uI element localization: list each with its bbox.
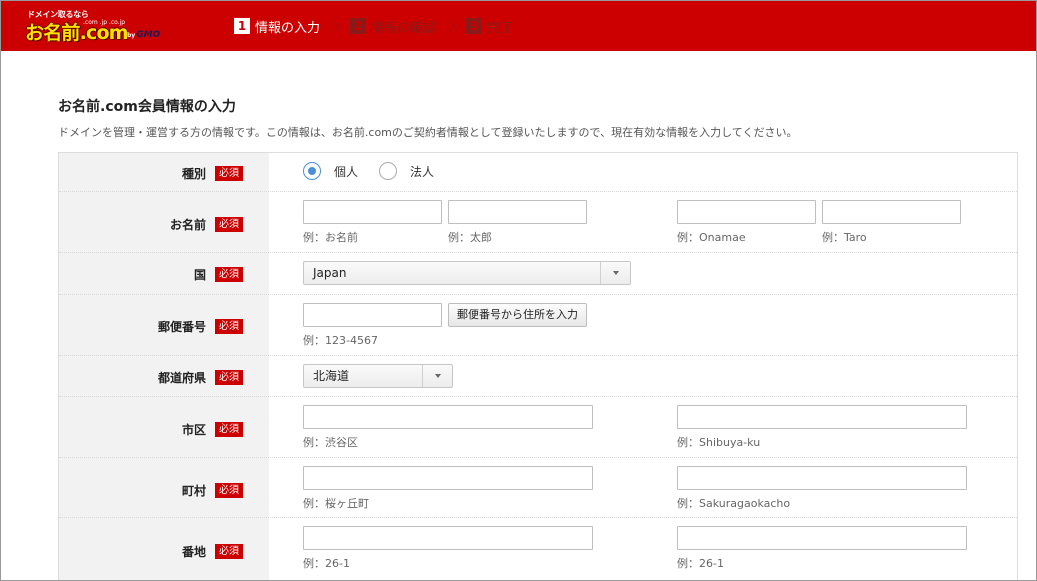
required-badge: 必須 xyxy=(215,319,243,334)
logo-gmo: byGMO xyxy=(127,30,160,40)
dropdown-arrow-icon xyxy=(600,262,630,284)
page-description: ドメインを管理・運営する方の情報です。この情報は、お名前.comのご契約者情報と… xyxy=(58,126,798,139)
page-title: お名前.com会員情報の入力 xyxy=(58,99,236,115)
address-romaji-input[interactable] xyxy=(677,526,967,550)
step-2: 2 情報の確認 xyxy=(350,17,436,36)
town-romaji-input[interactable] xyxy=(677,466,967,490)
prefecture-value: 北海道 xyxy=(313,369,350,383)
row-label-postal: 郵便番号 必須 xyxy=(158,318,243,335)
step-3-number: 3 xyxy=(466,18,483,34)
row-prefecture: 都道府県 必須 北海道 xyxy=(59,356,1017,397)
dropdown-arrow-icon xyxy=(422,365,452,387)
row-label-prefecture: 都道府県 必須 xyxy=(158,369,243,386)
hint-last-name: 例：お名前 xyxy=(303,231,358,244)
row-label-country: 国 必須 xyxy=(194,266,243,283)
last-name-input[interactable] xyxy=(303,200,442,224)
logo-company: GMO xyxy=(136,30,161,40)
step-arrow-icon xyxy=(443,19,456,33)
hint-town-romaji: 例：Sakuragaokacho xyxy=(677,497,791,510)
row-city: 市区 必須 例：渋谷区 例：Shibuya-ku xyxy=(59,397,1017,458)
radio-unchecked-icon[interactable] xyxy=(379,162,397,180)
hint-last-name-romaji: 例：Onamae xyxy=(677,231,746,244)
row-label-town: 町村 必須 xyxy=(182,482,243,499)
step-2-number: 2 xyxy=(350,18,367,34)
city-label: 市区 xyxy=(181,423,206,437)
first-name-romaji-input[interactable] xyxy=(822,200,961,224)
required-badge: 必須 xyxy=(215,422,243,437)
logo-tlds: .com .jp .co.jp xyxy=(83,19,126,26)
postal-label: 郵便番号 xyxy=(157,320,206,334)
address-label: 番地 xyxy=(181,545,206,559)
name-label: お名前 xyxy=(169,218,206,232)
step-1-label: 情報の入力 xyxy=(255,20,321,36)
step-1: 1 情報の入力 xyxy=(234,17,320,36)
required-badge: 必須 xyxy=(215,544,243,559)
hint-postal: 例：123-4567 xyxy=(303,334,378,347)
row-postal: 郵便番号 必須 郵便番号から住所を入力 例：123-4567 xyxy=(59,295,1017,356)
onamae-logo[interactable]: ドメイン取るなら お名前.com .com .jp .co.jp byGMO xyxy=(23,7,183,47)
step-1-number: 1 xyxy=(234,18,250,34)
hint-first-name-romaji: 例：Taro xyxy=(822,231,867,244)
postal-code-input[interactable] xyxy=(303,303,442,327)
radio-individual[interactable]: 個人 xyxy=(303,162,358,180)
hint-address-romaji: 例：26-1 xyxy=(677,557,724,570)
city-input[interactable] xyxy=(303,405,593,429)
last-name-romaji-input[interactable] xyxy=(677,200,816,224)
step-3: 3 完了 xyxy=(466,17,513,36)
radio-checked-icon[interactable] xyxy=(303,162,321,180)
row-type: 種別 必須 個人 法人 xyxy=(59,153,1017,192)
row-label-name: お名前 必須 xyxy=(170,216,243,233)
type-label: 種別 xyxy=(181,167,206,181)
town-input[interactable] xyxy=(303,466,593,490)
row-label-type: 種別 必須 xyxy=(182,165,243,182)
town-label: 町村 xyxy=(181,484,206,498)
step-arrow-icon xyxy=(327,19,340,33)
address-input[interactable] xyxy=(303,526,593,550)
page-frame: ドメイン取るなら お名前.com .com .jp .co.jp byGMO 1… xyxy=(0,0,1037,581)
progress-steps: 1 情報の入力 2 情報の確認 3 完了 xyxy=(234,16,513,36)
required-badge: 必須 xyxy=(215,370,243,385)
radio-corporate[interactable]: 法人 xyxy=(379,162,434,180)
row-address: 番地 必須 例：26-1 例：26-1 xyxy=(59,518,1017,580)
city-romaji-input[interactable] xyxy=(677,405,967,429)
row-town: 町村 必須 例：桜ヶ丘町 例：Sakuragaokacho xyxy=(59,458,1017,518)
radio-corporate-label: 法人 xyxy=(410,164,435,179)
hint-city-romaji: 例：Shibuya-ku xyxy=(677,436,761,449)
step-2-label: 情報の確認 xyxy=(371,20,437,36)
header-bar: ドメイン取るなら お名前.com .com .jp .co.jp byGMO 1… xyxy=(1,1,1036,51)
prefecture-label: 都道府県 xyxy=(157,371,206,385)
hint-address: 例：26-1 xyxy=(303,557,350,570)
hint-city: 例：渋谷区 xyxy=(303,436,358,449)
logo-by: by xyxy=(127,32,136,39)
first-name-input[interactable] xyxy=(448,200,587,224)
row-name: お名前 必須 例：お名前 例：太郎 例：Onamae 例：Taro xyxy=(59,192,1017,253)
row-label-city: 市区 必須 xyxy=(182,421,243,438)
row-label-address: 番地 必須 xyxy=(182,543,243,560)
required-badge: 必須 xyxy=(215,483,243,498)
row-country: 国 必須 Japan xyxy=(59,253,1017,295)
radio-individual-label: 個人 xyxy=(334,164,359,179)
country-select[interactable]: Japan xyxy=(303,261,631,285)
prefecture-select[interactable]: 北海道 xyxy=(303,364,453,388)
hint-town: 例：桜ヶ丘町 xyxy=(303,497,369,510)
country-value: Japan xyxy=(313,266,347,280)
postal-lookup-button[interactable]: 郵便番号から住所を入力 xyxy=(448,303,587,327)
step-3-label: 完了 xyxy=(487,20,514,36)
required-badge: 必須 xyxy=(215,166,243,181)
country-label: 国 xyxy=(193,268,206,282)
required-badge: 必須 xyxy=(215,267,243,282)
required-badge: 必須 xyxy=(215,217,243,232)
hint-first-name: 例：太郎 xyxy=(448,231,492,244)
member-info-form: 種別 必須 個人 法人 お名前 必須 例：お名前 例：太郎 例：Onamae 例… xyxy=(58,152,1018,580)
